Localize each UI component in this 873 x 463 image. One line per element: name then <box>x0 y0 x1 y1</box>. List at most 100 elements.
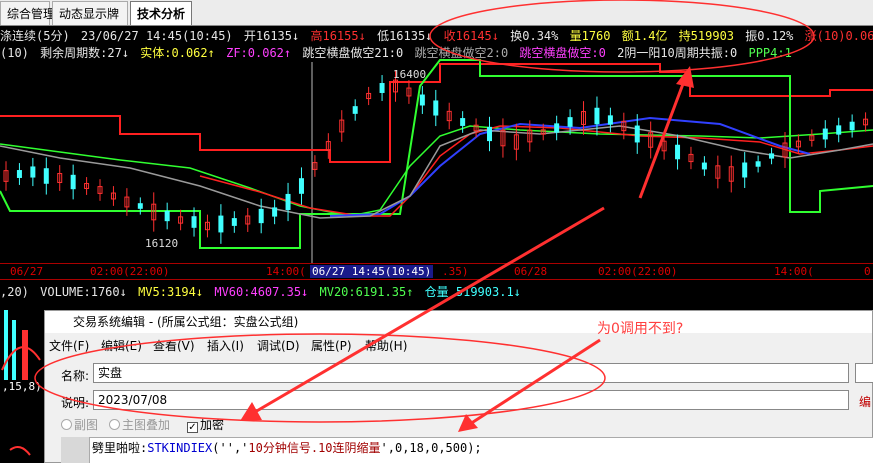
close-price: 收16145↓ <box>443 29 500 43</box>
editor-gutter <box>61 437 89 463</box>
high-price: 高16155↓ <box>310 29 366 43</box>
candle-body <box>258 208 264 224</box>
info-row-quote: 涤连续(5分) 23/06/27 14:45(10:45) 开16135↓ 高1… <box>0 28 873 44</box>
candle-body <box>43 168 49 184</box>
name-field[interactable]: 实盘 <box>93 363 849 383</box>
left-strip-params: ,15,8) <box>2 380 42 393</box>
formula-code-editor[interactable]: 劈里啪啦:STKINDIEX('','10分钟信号.10连阴缩量',0,18,0… <box>89 437 873 463</box>
info-row-indicator: (10) 剩余周期数:27↓ 实体:0.062↑ ZF:0.062↑ 跳空横盘做… <box>0 45 796 61</box>
candle-body <box>675 144 681 160</box>
candle-body <box>419 94 425 106</box>
position-value: 仓量 519903.1↓ <box>424 285 521 299</box>
tab-technical-analysis[interactable]: 技术分析 <box>130 1 192 25</box>
edit-hint[interactable]: 编 <box>859 393 871 410</box>
candle-body <box>822 128 828 140</box>
candle-body <box>30 166 36 178</box>
time-axis: 06/27 02:00(22:00) 14:00( 06/27 14:45(10… <box>0 263 873 280</box>
ma-red-line <box>199 125 873 217</box>
time-tick: 14:00( <box>266 265 306 278</box>
candle-body <box>433 100 439 116</box>
description-field[interactable]: 2023/07/08 <box>93 390 849 410</box>
candle-body <box>554 123 560 133</box>
radio-circle-icon <box>61 419 72 430</box>
change-value: 涨(10)0.06% <box>804 29 873 43</box>
name-label: 名称: <box>61 369 90 383</box>
radio-circle-icon <box>109 419 120 430</box>
checkbox-icon: ✓ <box>187 422 198 433</box>
encrypt-label: 加密 <box>200 418 225 432</box>
menu-edit[interactable]: 编辑(E) <box>101 337 142 355</box>
candle-body <box>849 121 855 131</box>
ma-green-line <box>0 125 873 217</box>
amount-value: 额1.4亿 <box>621 29 668 43</box>
code-string: 10分钟信号.10连阴缩量 <box>248 441 381 455</box>
candle-body <box>164 210 170 222</box>
candle-body <box>634 125 640 143</box>
amplitude-value: 振0.12% <box>745 29 794 43</box>
code-variable: 劈里啪啦: <box>92 441 148 455</box>
mv5-value: MV5:3194↓ <box>138 285 204 299</box>
indicator-prefix: (10) <box>0 46 29 60</box>
candle-body <box>352 106 358 114</box>
menu-properties[interactable]: 属性(P) <box>311 337 352 355</box>
ppp4-value: PPP4:1 <box>748 46 792 60</box>
volume-strip: ,15,8) <box>0 310 44 463</box>
candle-body <box>487 126 493 142</box>
menu-view[interactable]: 查看(V) <box>153 337 195 355</box>
low-price: 低16135↓ <box>377 29 433 43</box>
candle-body <box>742 162 748 178</box>
time-tick: .35) <box>442 265 469 278</box>
candle-body <box>285 193 291 211</box>
price-low-label: 16120 <box>145 237 179 250</box>
dialog-title: 交易系统编辑 - (所属公式组：实盘公式组) <box>45 311 872 333</box>
tab-overview[interactable]: 综合管理 <box>0 1 55 25</box>
candle-body <box>137 203 143 209</box>
candle-body <box>70 174 76 190</box>
menu-help[interactable]: 帮助(H) <box>365 337 407 355</box>
gap-short: 跳空横盘做空:0 <box>519 46 606 60</box>
radio-main-overlay-label: 主图叠加 <box>122 418 171 432</box>
menu-debug[interactable]: 调试(D) <box>257 337 300 355</box>
menu-insert[interactable]: 插入(I) <box>207 337 244 355</box>
time-tick: 02:00(22:00) <box>598 265 678 278</box>
candle-body <box>379 83 385 93</box>
menu-file[interactable]: 文件(F) <box>49 337 89 355</box>
mv60-value: MV60:4607.35↓ <box>214 285 309 299</box>
gap-short-2: 跳空横盘做空2:0 <box>414 46 509 60</box>
candle-body <box>594 107 600 125</box>
tab-dynamic-board[interactable]: 动态显示牌 <box>52 1 128 25</box>
radio-subchart-label: 副图 <box>74 418 99 432</box>
candle-body <box>218 215 224 233</box>
time-tick: 14:00( <box>774 265 814 278</box>
kline-chart[interactable]: 涤连续(5分) 23/06/27 14:45(10:45) 开16135↓ 高1… <box>0 26 873 310</box>
name-field-extra[interactable] <box>855 363 873 383</box>
two-yin-one-yang: 2阴一阳10周期共振:0 <box>617 46 738 60</box>
radio-subchart[interactable]: 副图 <box>61 416 98 433</box>
candle-body <box>298 178 304 194</box>
encrypt-checkbox[interactable]: ✓ 加密 <box>187 416 224 433</box>
turnover: 换0.34% <box>510 29 559 43</box>
body-value: 实体:0.062↑ <box>140 46 215 60</box>
volume-prefix: ,20) <box>0 285 29 299</box>
candle-body <box>701 162 707 170</box>
candle-body <box>231 218 237 226</box>
bar-datetime: 23/06/27 14:45(10:45) <box>80 29 233 43</box>
time-tick: 06/27 <box>10 265 44 278</box>
zf-value: ZF:0.062↑ <box>226 46 292 60</box>
volume-value: 量1760 <box>569 29 611 43</box>
code-args-tail: ',0,18,0,500); <box>380 441 482 455</box>
mv20-value: MV20:6191.35↑ <box>319 285 414 299</box>
remain-periods: 剩余周期数:27↓ <box>40 46 130 60</box>
code-args: ('',' <box>212 441 249 455</box>
open-price: 开16135↓ <box>243 29 300 43</box>
volume-value: VOLUME:1760↓ <box>40 285 127 299</box>
candle-body <box>755 161 761 167</box>
radio-main-overlay[interactable]: 主图叠加 <box>109 416 170 433</box>
lower-band-line <box>0 59 873 249</box>
candle-body <box>191 216 197 228</box>
candle-body <box>16 170 22 178</box>
formula-editor-dialog: 交易系统编辑 - (所属公式组：实盘公式组) 文件(F) 编辑(E) 查看(V)… <box>44 310 873 463</box>
crosshair-time-label: 06/27 14:45(10:45) <box>310 265 434 278</box>
candle-body <box>460 118 466 126</box>
time-tick: 02:00(22:00) <box>90 265 170 278</box>
